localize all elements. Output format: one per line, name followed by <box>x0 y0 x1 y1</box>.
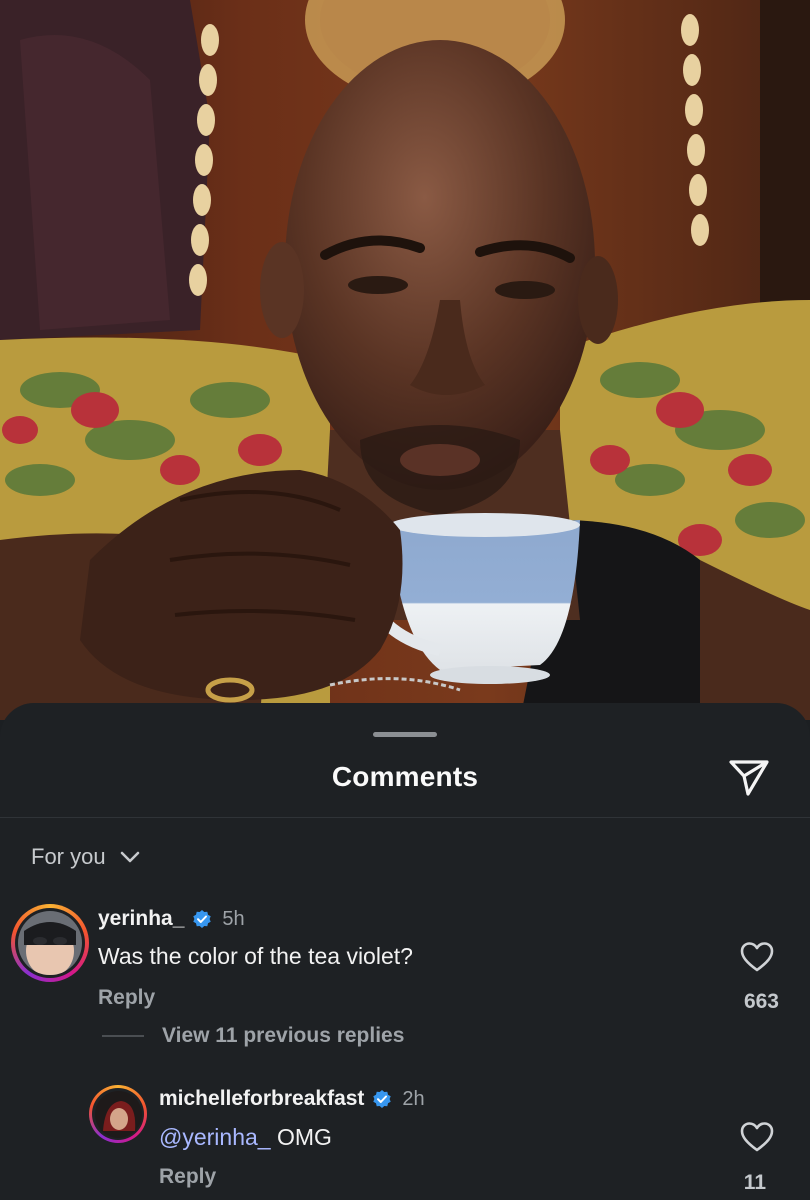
header-divider <box>0 817 810 818</box>
comment-body: OMG <box>270 1124 332 1150</box>
comment-header: yerinha_ 5h <box>98 907 245 931</box>
heart-icon[interactable] <box>740 1121 774 1153</box>
reply-button[interactable]: Reply <box>98 986 155 1010</box>
avatar-image <box>94 1090 142 1138</box>
comment-time: 5h <box>222 907 245 930</box>
mention-link[interactable]: @yerinha_ <box>159 1124 271 1150</box>
view-replies-button[interactable]: View 11 previous replies <box>102 1024 404 1048</box>
verified-badge-icon <box>193 910 212 928</box>
verified-badge-icon <box>373 1090 392 1108</box>
sort-dropdown[interactable]: For you <box>31 844 140 870</box>
avatar-image <box>18 911 82 975</box>
post-photo[interactable] <box>0 0 810 720</box>
comment-text: @yerinha_ OMG <box>159 1124 332 1151</box>
comment-time: 2h <box>402 1087 425 1110</box>
avatar[interactable] <box>11 904 89 982</box>
view-replies-label: View 11 previous replies <box>162 1024 405 1047</box>
sheet-title: Comments <box>331 761 479 792</box>
sort-label: For you <box>31 844 106 869</box>
username[interactable]: yerinha_ <box>98 907 184 931</box>
username[interactable]: michelleforbreakfast <box>159 1087 364 1111</box>
share-icon <box>729 760 769 796</box>
comments-sheet: Comments For you yerinha_ 5h Was the col… <box>0 703 810 1200</box>
drag-handle[interactable] <box>373 732 437 737</box>
heart-icon[interactable] <box>740 941 774 973</box>
avatar[interactable] <box>89 1085 147 1143</box>
replies-line <box>102 1035 144 1037</box>
like-count: 663 <box>743 990 779 1013</box>
chevron-down-icon <box>120 851 139 863</box>
comment-text: Was the color of the tea violet? <box>98 943 413 969</box>
share-button[interactable] <box>726 755 772 801</box>
comment-header: michelleforbreakfast 2h <box>159 1087 425 1111</box>
photo-illustration <box>0 0 810 720</box>
like-count: 11 <box>743 1171 766 1194</box>
reply-button[interactable]: Reply <box>159 1165 216 1189</box>
